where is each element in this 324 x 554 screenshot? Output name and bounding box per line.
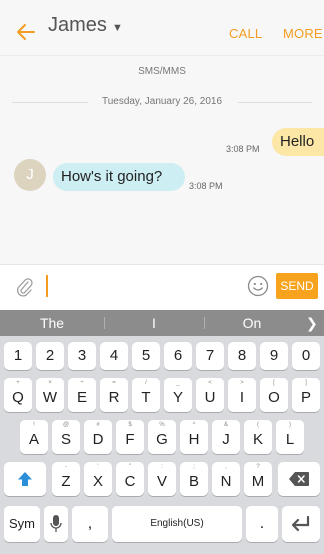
paperclip-icon[interactable] (16, 277, 34, 297)
contact-avatar[interactable]: J (14, 159, 46, 191)
back-arrow-icon[interactable] (14, 20, 38, 44)
key-o[interactable]: [O (260, 378, 288, 412)
suggestion-item[interactable]: The (0, 310, 104, 336)
enter-key[interactable] (282, 506, 320, 542)
key-i[interactable]: > I (228, 378, 256, 412)
key-8[interactable]: 8 (228, 342, 256, 370)
key-g[interactable]: % G (148, 420, 176, 454)
key-n[interactable]: ,N (212, 462, 240, 496)
date-divider: Tuesday, January 26, 2016 (0, 96, 324, 110)
suggestion-bar: The I On ❯ (0, 310, 324, 336)
key-4[interactable]: 4 (100, 342, 128, 370)
conversation-area[interactable]: SMS/MMS Tuesday, January 26, 2016 3:08 P… (0, 56, 324, 264)
key-6[interactable]: 6 (164, 342, 192, 370)
send-button[interactable]: SEND (276, 273, 318, 299)
key-5[interactable]: 5 (132, 342, 160, 370)
key-a[interactable]: ! A (20, 420, 48, 454)
key-v[interactable]: :V (148, 462, 176, 496)
call-button[interactable]: CALL (229, 26, 262, 41)
key-b[interactable]: ; B (180, 462, 208, 496)
key-f[interactable]: $ F (116, 420, 144, 454)
more-button[interactable]: MORE (283, 26, 323, 41)
key-r[interactable]: = R (100, 378, 128, 412)
key-s[interactable]: @ S (52, 420, 80, 454)
key-z[interactable]: -Z (52, 462, 80, 496)
shift-key[interactable] (4, 462, 46, 496)
key-t[interactable]: / T (132, 378, 160, 412)
shift-up-arrow-icon (18, 472, 32, 486)
key-e[interactable]: ÷ E (68, 378, 96, 412)
key-w[interactable]: × W (36, 378, 64, 412)
key-9[interactable]: 9 (260, 342, 288, 370)
divider-line-right (238, 102, 312, 103)
contact-dropdown-icon[interactable]: ▼ (112, 22, 123, 34)
key-y[interactable]: _ Y (164, 378, 192, 412)
key-3[interactable]: 3 (68, 342, 96, 370)
channel-label: SMS/MMS (138, 66, 186, 77)
key-m[interactable]: ? M (244, 462, 272, 496)
compose-bar: SEND (0, 264, 324, 310)
key-c[interactable]: " C (116, 462, 144, 496)
key-2[interactable]: 2 (36, 342, 64, 370)
key-l[interactable]: ) L (276, 420, 304, 454)
key-d[interactable]: # D (84, 420, 112, 454)
suggestion-item[interactable]: I (104, 310, 204, 336)
key-0[interactable]: 0 (292, 342, 320, 370)
outgoing-message-bubble[interactable]: Hello (272, 128, 324, 156)
symbols-key[interactable]: Sym (4, 506, 40, 542)
key-1[interactable]: 1 (4, 342, 32, 370)
app-header: James ▼ CALL MORE (0, 0, 324, 56)
message-input[interactable] (46, 275, 48, 297)
backspace-key[interactable] (278, 462, 320, 496)
key-x[interactable]: ' X (84, 462, 112, 496)
key-j[interactable]: & J (212, 420, 240, 454)
message-timestamp: 3:08 PM (189, 181, 223, 191)
microphone-icon (50, 515, 62, 532)
message-timestamp: 3:08 PM (226, 144, 260, 154)
space-key[interactable]: English(US) (112, 506, 242, 542)
key-7[interactable]: 7 (196, 342, 224, 370)
period-key[interactable]: . (246, 506, 278, 542)
key-u[interactable]: < U (196, 378, 224, 412)
key-q[interactable]: + Q (4, 378, 32, 412)
suggestions-expand-icon[interactable]: ❯ (306, 310, 318, 336)
enter-return-icon (291, 516, 310, 532)
smiley-icon[interactable] (247, 275, 269, 297)
key-k[interactable]: (K (244, 420, 272, 454)
incoming-message-bubble[interactable]: How's it going? (53, 163, 185, 191)
keyboard: 1 2 3 4 5 6 7 8 9 0 + Q × W ÷ E = R / T _ Y < U… (0, 336, 324, 554)
contact-name[interactable]: James (48, 14, 107, 37)
key-h[interactable]: ^ H (180, 420, 208, 454)
comma-key[interactable]: , (72, 506, 108, 542)
backspace-icon (289, 472, 309, 486)
voice-input-key[interactable] (44, 506, 68, 542)
key-p[interactable]: ] P (292, 378, 320, 412)
suggestion-item[interactable]: On (204, 310, 300, 336)
